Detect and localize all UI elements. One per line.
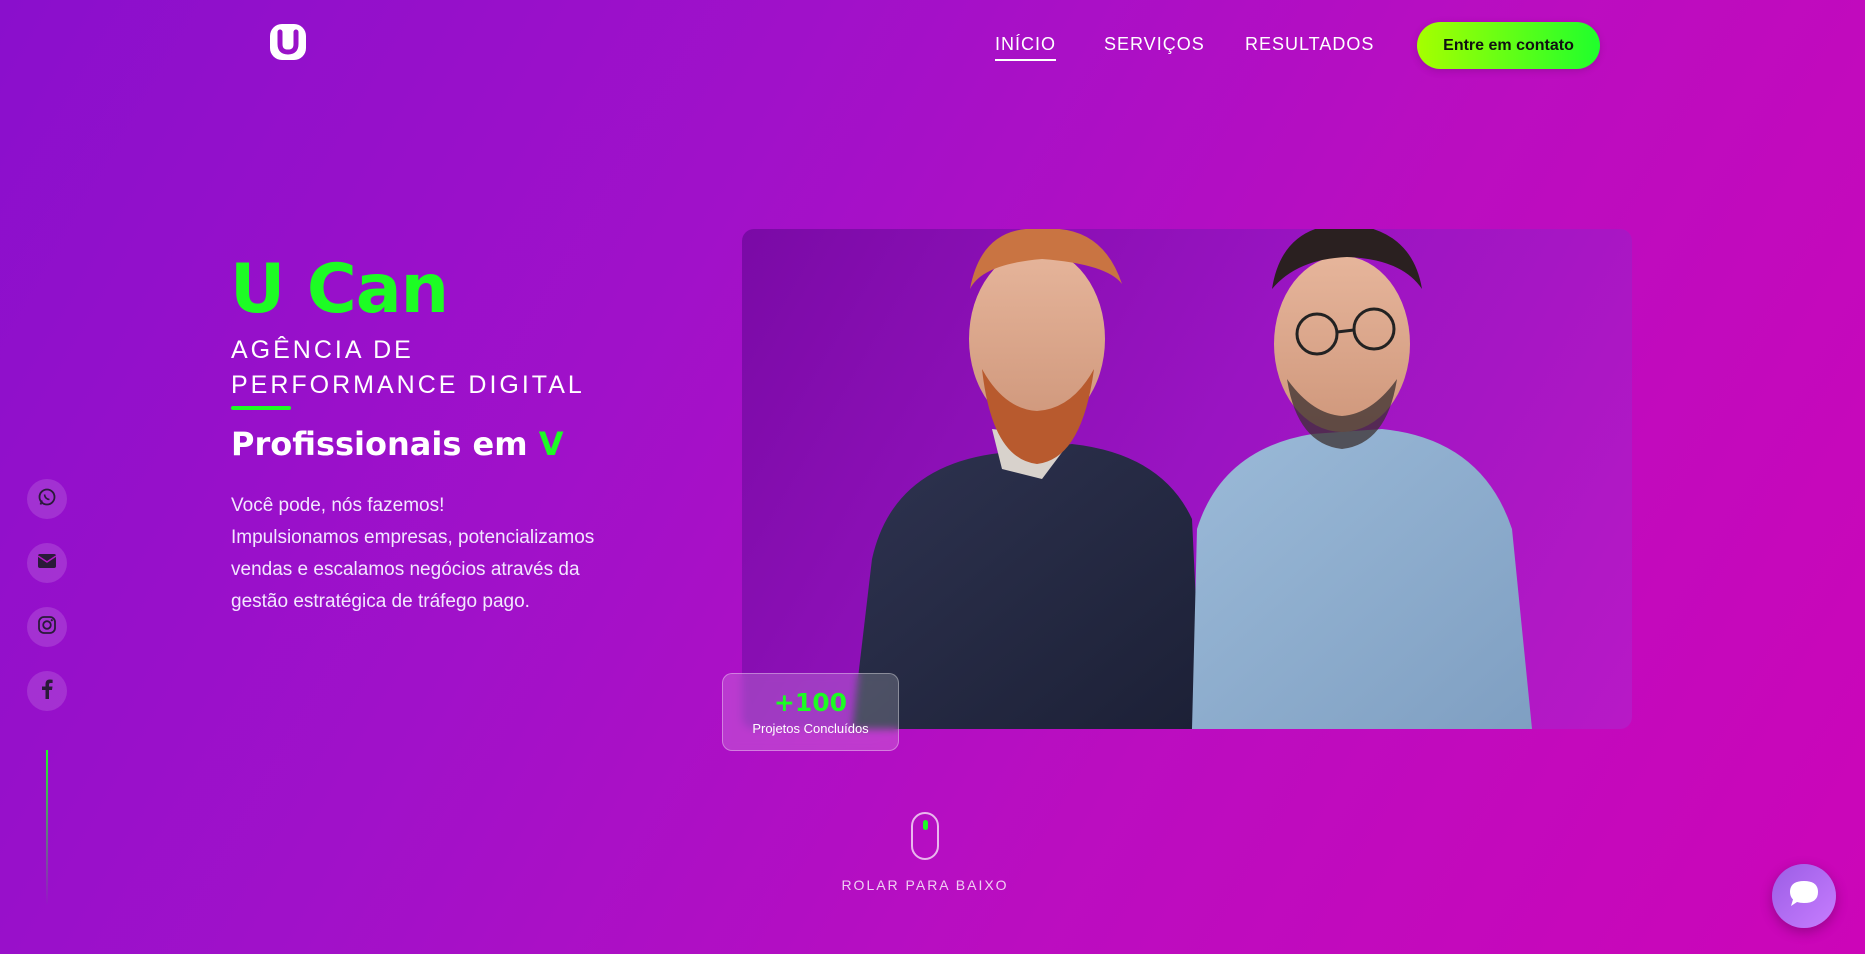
nav-servicos[interactable]: SERVIÇOS — [1104, 34, 1205, 55]
nav-inicio[interactable]: INÍCIO — [995, 34, 1057, 61]
facebook-icon — [41, 679, 53, 703]
mail-icon — [37, 553, 57, 573]
projects-label: Projetos Concluídos — [752, 720, 869, 736]
instagram-icon — [37, 615, 57, 639]
chat-bubble-icon — [1788, 879, 1820, 913]
tagline: Profissionais em V — [231, 420, 563, 468]
projects-stat-card: +100 Projetos Concluídos — [722, 673, 899, 751]
social-divider-line — [46, 750, 48, 905]
projects-count: +100 — [773, 687, 848, 717]
facebook-link[interactable] — [27, 671, 67, 711]
brand-subtitle: AGÊNCIA DE PERFORMANCE DIGITAL — [231, 336, 585, 399]
whatsapp-icon — [37, 487, 57, 511]
scroll-wheel-dot — [923, 820, 928, 830]
tagline-prefix: Profissionais em — [231, 425, 539, 463]
ucan-logo[interactable] — [268, 22, 308, 62]
chat-button[interactable] — [1772, 864, 1836, 928]
instagram-link[interactable] — [27, 607, 67, 647]
scroll-down-label[interactable]: ROLAR PARA BAIXO — [820, 877, 1030, 893]
email-link[interactable] — [27, 543, 67, 583]
hero-image — [742, 229, 1632, 729]
contact-button[interactable]: Entre em contato — [1417, 22, 1600, 69]
brand-title: U Can — [230, 250, 449, 329]
hero-description: Você pode, nós fazemos! Impulsionamos em… — [231, 490, 631, 618]
description-line-2: Impulsionamos empresas, potencializamos … — [231, 527, 595, 612]
title-underline — [231, 406, 291, 410]
scroll-mouse-icon[interactable] — [911, 812, 939, 860]
nav-resultados[interactable]: RESULTADOS — [1245, 34, 1374, 55]
tagline-highlight: V — [538, 425, 564, 463]
whatsapp-link[interactable] — [27, 479, 67, 519]
description-line-1: Você pode, nós fazemos! — [231, 495, 445, 516]
